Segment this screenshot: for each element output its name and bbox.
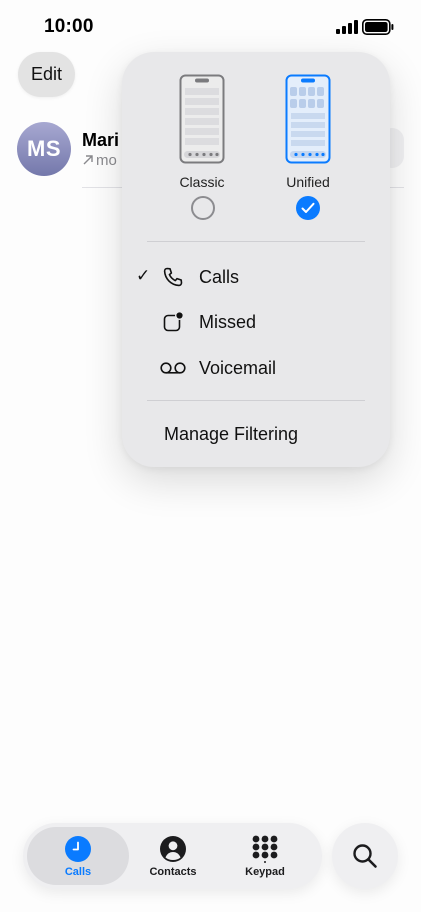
- layout-label-unified: Unified: [286, 174, 330, 190]
- call-subtitle-text: mo: [96, 152, 117, 169]
- caller-name: Mari: [82, 130, 120, 150]
- menu-item-calls[interactable]: ✓ Calls: [122, 256, 390, 296]
- classic-layout-icon: [179, 74, 225, 164]
- filter-menu-popover: Classic Unified ✓ Calls Missed Voicemail…: [122, 52, 390, 467]
- unified-radio[interactable]: [296, 196, 320, 220]
- edit-button[interactable]: Edit: [18, 52, 75, 97]
- outgoing-arrow-icon: [83, 155, 93, 165]
- layout-label-classic: Classic: [179, 174, 225, 190]
- menu-item-missed-label: Missed: [199, 312, 257, 332]
- tab-bar: Calls Contacts Keypad: [23, 823, 322, 889]
- keypad-icon: [252, 835, 278, 863]
- voicemail-icon: [160, 362, 186, 374]
- contacts-icon: [160, 836, 186, 862]
- tab-keypad-label: Keypad: [245, 866, 285, 878]
- unified-layout-icon: [285, 74, 331, 164]
- menu-divider: [147, 400, 365, 401]
- menu-item-missed[interactable]: Missed: [122, 301, 390, 341]
- menu-item-voicemail[interactable]: Voicemail: [122, 347, 390, 387]
- battery-icon: [362, 19, 394, 35]
- call-subtitle: mo: [82, 152, 117, 169]
- cellular-signal-icon: [336, 20, 358, 34]
- tab-keypad[interactable]: Keypad: [219, 827, 311, 885]
- missed-badge-icon: [163, 311, 184, 332]
- classic-radio[interactable]: [191, 196, 215, 220]
- radio-checkmark-icon: [301, 202, 315, 213]
- menu-item-calls-label: Calls: [199, 267, 240, 287]
- manage-filtering-item[interactable]: Manage Filtering: [164, 424, 298, 445]
- status-bar: 10:00: [0, 0, 421, 50]
- avatar: MS: [17, 122, 71, 176]
- status-time: 10:00: [44, 16, 94, 37]
- tab-calls-label: Calls: [64, 866, 92, 878]
- menu-divider: [147, 241, 365, 242]
- tab-contacts-label: Contacts: [149, 866, 197, 878]
- menu-item-voicemail-label: Voicemail: [199, 358, 277, 378]
- tab-calls[interactable]: Calls: [27, 827, 129, 885]
- calls-tab-icon: [65, 836, 91, 862]
- tab-contacts[interactable]: Contacts: [127, 827, 219, 885]
- checkmark-icon: ✓: [136, 266, 151, 285]
- phone-icon: [163, 267, 183, 287]
- search-icon: [353, 844, 377, 868]
- search-button[interactable]: [332, 823, 398, 889]
